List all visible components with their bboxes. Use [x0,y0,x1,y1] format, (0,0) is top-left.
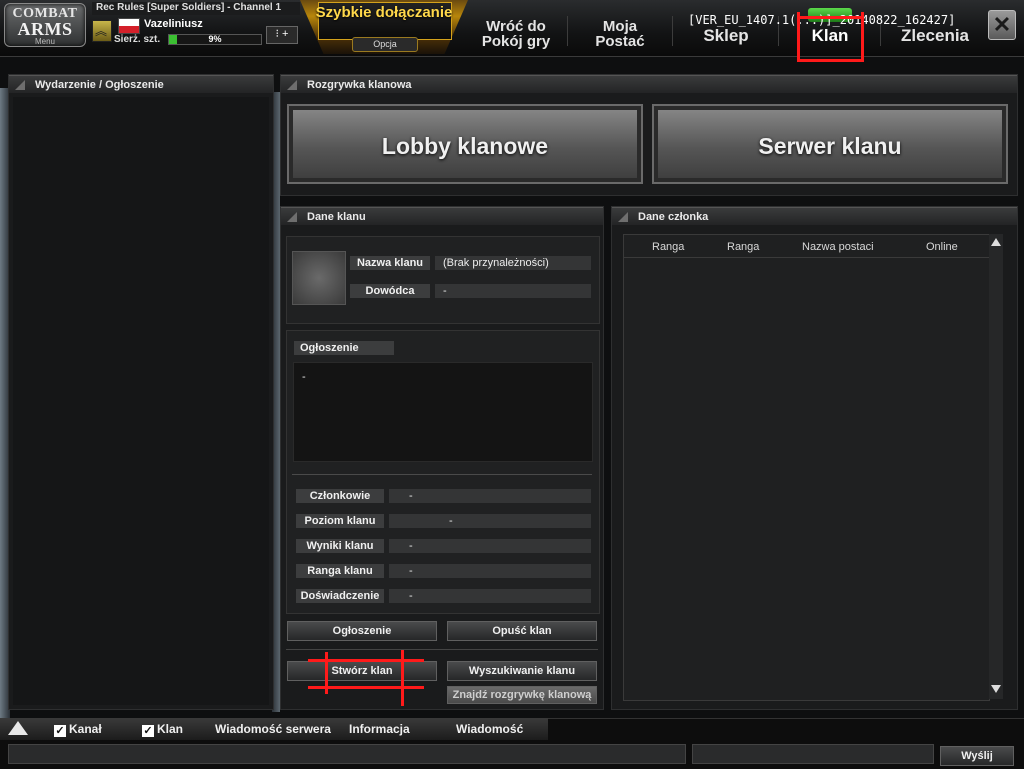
leave-clan-button[interactable]: Opuść klan [447,621,597,641]
tab-server-message[interactable]: Wiadomość serwera [215,718,331,740]
member-scrollbar[interactable] [989,234,1003,699]
member-panel-title: Dane członka [612,207,1017,225]
nav-back-to-room[interactable]: Wróć do Pokój gry [476,19,556,49]
stat-level-value: - [389,514,591,528]
member-table: Ranga Ranga Nazwa postaci Online [623,234,990,701]
annotation-mark [401,650,404,706]
tab-message[interactable]: Wiadomość [456,718,523,740]
room-info: Rec Rules [Super Soldiers] - Channel 1 [92,2,300,15]
clan-name-value: (Brak przynależności) [435,256,591,270]
create-clan-button[interactable]: Stwórz klan [287,661,437,681]
logo-menu-label: Menu [34,37,55,46]
chat-input[interactable] [8,744,686,764]
stat-members-label: Członkowie [296,489,384,503]
stat-exp-value: - [389,589,591,603]
xp-progress-bar: 9% [168,34,262,45]
nav-char-line1: Moja [602,18,638,35]
column-header-rank[interactable]: Ranga [652,241,684,253]
logo-text-line2: ARMS [17,19,73,39]
divider [286,649,598,650]
scroll-down-icon[interactable] [991,685,1001,693]
notice-text: - [302,371,306,383]
chat-expand-icon[interactable] [8,721,28,735]
clan-name-label: Nazwa klanu [350,256,430,270]
nav-divider [567,16,568,46]
divider [292,474,592,475]
events-panel: Wydarzenie / Ogłoszenie [8,74,274,710]
clan-lobby-label: Lobby klanowe [381,133,549,159]
stat-rank-label: Ranga klanu [296,564,384,578]
send-button[interactable]: Wyślij [940,746,1014,766]
notice-label: Ogłoszenie [294,341,394,355]
find-clan-match-button[interactable]: Znajdź rozgrywkę klanową [447,686,597,704]
tab-channel[interactable]: ✓ Kanał [54,718,102,740]
stat-score-value: - [389,539,591,553]
annotation-mark [325,652,328,694]
checkbox-channel-icon[interactable]: ✓ [54,725,66,737]
column-header-rank2[interactable]: Ranga [727,241,759,253]
member-table-header: Ranga Ranga Nazwa postaci Online [624,235,989,258]
nav-char-line2: Postać [595,33,645,50]
annotation-mark [797,12,800,62]
annotation-mark [861,12,864,62]
stat-score-label: Wyniki klanu [296,539,384,553]
player-menu-button[interactable]: ⁝ + [266,26,298,44]
stat-level-label: Poziom klanu [296,514,384,528]
tab-clan-label: Klan [157,722,184,736]
nav-back-line1: Wróć do [486,18,546,35]
events-content[interactable] [13,97,269,705]
quick-join-option-button[interactable]: Opcja [352,37,418,52]
nav-my-character[interactable]: Moja Postać [580,19,660,49]
search-clan-button[interactable]: Wyszukiwanie klanu [447,661,597,681]
nav-shop[interactable]: Sklep [690,27,762,44]
player-rank: Sierż. szt. [114,34,161,45]
player-name: Vazeliniusz [144,18,203,30]
tab-channel-label: Kanał [69,722,102,736]
rank-insignia-icon [92,20,112,42]
column-header-character-name[interactable]: Nazwa postaci [802,241,874,253]
tab-information[interactable]: Informacja [349,718,410,740]
clan-server-button[interactable]: Serwer klanu [652,104,1008,184]
annotation-mark [797,59,864,62]
clan-leader-value: - [435,284,591,298]
clan-emblem-placeholder [292,251,346,305]
xp-progress-text: 9% [208,34,222,44]
nav-back-line2: Pokój gry [481,33,551,50]
notice-textbox[interactable]: - [293,362,593,462]
close-button[interactable]: ✕ [988,10,1016,40]
stat-rank-value: - [389,564,591,578]
column-header-online[interactable]: Online [926,241,958,253]
chat-target-field[interactable] [692,744,934,764]
annotation-mark [797,16,864,19]
stat-members-value: - [389,489,591,503]
clan-war-title: Rozgrywka klanowa [281,75,1017,93]
clan-lobby-button[interactable]: Lobby klanowe [287,104,643,184]
poland-flag-icon [118,18,140,34]
scroll-up-icon[interactable] [991,238,1001,246]
clan-info-title: Dane klanu [281,207,603,225]
game-menu-logo-button[interactable]: COMBAT ARMS Menu [4,3,86,47]
clan-leader-label: Dowódca [350,284,430,298]
nav-missions[interactable]: Zlecenia [892,27,978,44]
tab-clan[interactable]: ✓ Klan [142,718,183,740]
stat-exp-label: Doświadczenie [296,589,384,603]
checkbox-clan-icon[interactable]: ✓ [142,725,154,737]
nav-clan[interactable]: Klan [795,27,865,44]
quick-join-label: Szybkie dołączanie [315,4,453,21]
clan-notice-button[interactable]: Ogłoszenie [287,621,437,641]
events-panel-title: Wydarzenie / Ogłoszenie [9,75,273,93]
clan-server-label: Serwer klanu [758,133,902,159]
nav-divider [672,16,673,46]
